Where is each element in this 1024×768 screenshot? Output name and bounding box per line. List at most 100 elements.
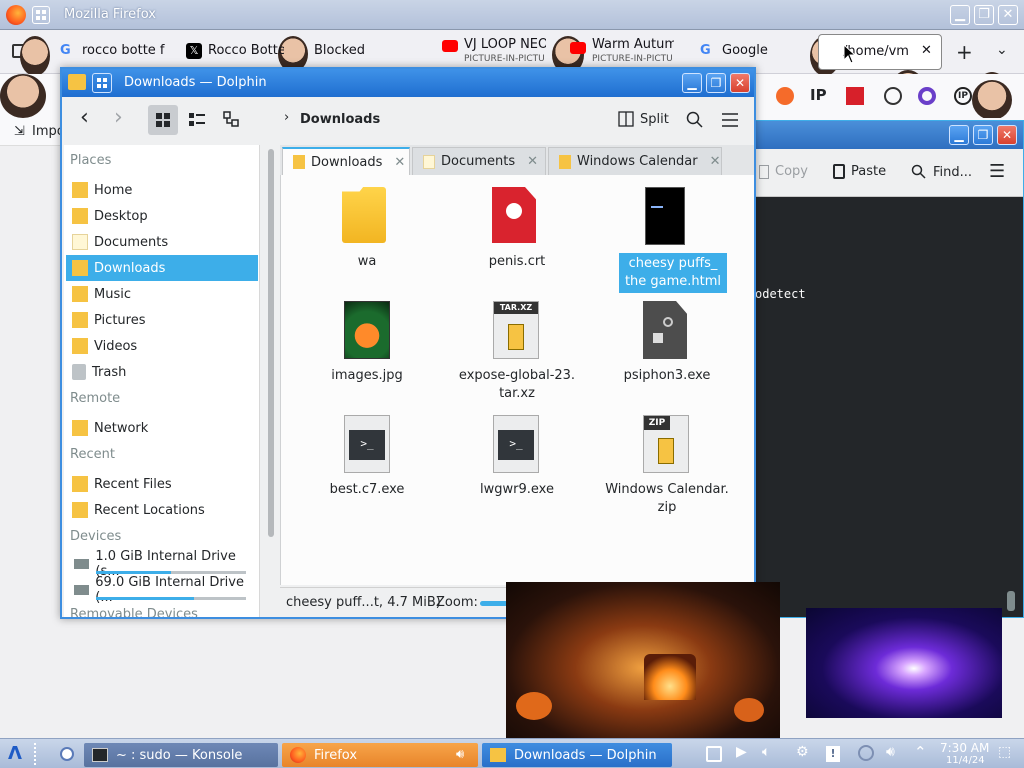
ip-extension-icon[interactable]: IP xyxy=(810,86,827,104)
volume-icon[interactable]: 🔈︎ xyxy=(762,744,770,760)
minimize-button[interactable]: ▁ xyxy=(949,125,969,145)
tab-list-chevron-icon[interactable]: ⌄ xyxy=(996,42,1008,58)
file-item[interactable]: >_ best.c7.exe xyxy=(297,413,437,503)
tab-vj-loop[interactable]: VJ LOOP NEO PICTURE-IN-PICTU xyxy=(440,34,546,68)
notification-icon[interactable]: ! xyxy=(826,746,840,762)
tab-rocco-botte-x[interactable]: 𝕏 Rocco Botte xyxy=(184,38,284,66)
clock-date[interactable]: 11/4/24 xyxy=(946,755,985,766)
task-firefox[interactable]: Firefox 🔊︎ xyxy=(282,743,478,767)
file-item[interactable]: penis.crt xyxy=(447,185,587,275)
places-scrollbar[interactable] xyxy=(264,145,278,617)
hamburger-menu-icon[interactable]: ☰ xyxy=(989,161,1005,182)
sidebar-item-videos[interactable]: Videos xyxy=(66,333,258,359)
sidebar-item-music[interactable]: Music xyxy=(66,281,258,307)
sidebar-item-network[interactable]: Network xyxy=(66,415,258,441)
sidebar-item-drive-1[interactable]: 1.0 GiB Internal Drive (s... xyxy=(66,549,258,579)
ip-lookup-icon[interactable]: IP xyxy=(954,87,972,105)
split-button[interactable]: Split xyxy=(618,111,669,127)
task-konsole[interactable]: ~ : sudo — Konsole xyxy=(84,743,278,767)
details-view-button[interactable] xyxy=(216,105,246,135)
close-button[interactable]: ✕ xyxy=(730,73,750,93)
search-icon[interactable] xyxy=(686,111,704,129)
maximize-button[interactable]: ❐ xyxy=(973,125,993,145)
minimize-button[interactable]: ▁ xyxy=(682,73,702,93)
pip-video-vj-loop[interactable] xyxy=(806,608,1002,718)
minimize-button[interactable]: ▁ xyxy=(950,5,970,25)
pip-video-warm-autumn[interactable] xyxy=(506,582,780,738)
app-launcher-icon[interactable]: Λ xyxy=(8,743,22,764)
copy-button[interactable]: Copy xyxy=(759,164,808,179)
forward-arrow-icon[interactable]: › xyxy=(114,105,123,130)
extension-icon[interactable] xyxy=(776,87,794,105)
tray-expand-chevron-icon[interactable]: ⌃ xyxy=(914,743,927,761)
tab-warm-autumn[interactable]: Warm Autum PICTURE-IN-PICTU xyxy=(568,34,674,68)
tab-documents[interactable]: Documents ✕ xyxy=(412,147,546,175)
file-item[interactable]: ZIP Windows Calendar. zip xyxy=(597,413,737,517)
sidebar-item-downloads[interactable]: Downloads xyxy=(66,255,258,281)
terminal-scrollbar[interactable] xyxy=(1007,591,1015,611)
tab-downloads[interactable]: Downloads ✕ xyxy=(282,147,410,175)
app-grid-icon[interactable] xyxy=(92,73,112,93)
breadcrumb-downloads[interactable]: Downloads xyxy=(300,112,380,127)
file-item[interactable]: TAR.XZ expose-global-23. tar.xz xyxy=(447,299,587,403)
konsole-titlebar[interactable]: ▁ ❐ ✕ xyxy=(749,121,1023,149)
file-item[interactable]: images.jpg xyxy=(297,299,437,389)
extension-icon[interactable] xyxy=(918,87,936,105)
compact-view-button[interactable] xyxy=(182,105,212,135)
clipboard-tray-icon[interactable] xyxy=(706,746,722,762)
close-tab-icon[interactable]: ✕ xyxy=(527,154,538,169)
sidebar-item-recent-locations[interactable]: Recent Locations xyxy=(66,497,258,523)
app-grid-icon[interactable] xyxy=(32,6,50,24)
close-tab-icon[interactable]: ✕ xyxy=(394,155,405,170)
audio-playing-icon[interactable]: 🔊︎ xyxy=(456,747,464,762)
sidebar-item-desktop[interactable]: Desktop xyxy=(66,203,258,229)
sidebar-item-trash[interactable]: Trash xyxy=(66,359,258,385)
settings-gear-icon[interactable]: ⚙ xyxy=(796,744,809,760)
tab-rocco-botte-search[interactable]: G rocco botte f xyxy=(58,38,168,66)
file-item[interactable]: wa xyxy=(297,185,437,275)
show-desktop-icon[interactable]: ⬚ xyxy=(998,744,1011,760)
tab-home-vm-active[interactable]: /home/vm ✕ xyxy=(818,34,942,70)
task-dolphin[interactable]: Downloads — Dolphin xyxy=(482,743,672,767)
hamburger-menu-icon[interactable] xyxy=(720,111,740,129)
extension-icon[interactable] xyxy=(846,87,864,105)
removable-devices-heading: Removable Devices xyxy=(70,607,198,617)
firefox-titlebar[interactable]: Mozilla Firefox ▁ ❐ ✕ xyxy=(0,0,1024,30)
file-item[interactable]: psiphon3.exe xyxy=(597,299,737,389)
audio-volume-icon[interactable]: 🔊︎ xyxy=(886,744,895,760)
network-tray-icon[interactable] xyxy=(858,745,874,761)
sidebar-item-home[interactable]: Home xyxy=(66,177,258,203)
close-button[interactable]: ✕ xyxy=(998,5,1018,25)
maximize-button[interactable]: ❐ xyxy=(706,73,726,93)
clock-time[interactable]: 7:30 AM xyxy=(940,741,989,755)
konsole-window[interactable]: ▁ ❐ ✕ Copy Paste Find... ☰ odetect xyxy=(748,120,1024,618)
back-arrow-icon[interactable]: ‹ xyxy=(80,105,89,130)
terminal-output[interactable]: odetect xyxy=(755,287,806,301)
file-item[interactable]: >_ lwgwr9.exe xyxy=(447,413,587,503)
exe-gear-icon xyxy=(643,301,687,359)
extension-icon[interactable] xyxy=(884,87,902,105)
file-view[interactable]: wa penis.crt cheesy puffs_ the game.html… xyxy=(280,175,754,585)
sidebar-item-documents[interactable]: Documents xyxy=(66,229,258,255)
import-icon[interactable]: ⇲ xyxy=(14,124,25,139)
tab-blocked[interactable]: Blocked xyxy=(290,38,390,66)
file-name: psiphon3.exe xyxy=(623,368,711,383)
find-button[interactable]: Find... xyxy=(911,164,972,180)
icons-view-button[interactable] xyxy=(148,105,178,135)
paste-button[interactable]: Paste xyxy=(833,164,886,179)
sidebar-item-recent-files[interactable]: Recent Files xyxy=(66,471,258,497)
new-tab-icon[interactable]: + xyxy=(956,40,973,64)
tab-windows-calendar[interactable]: Windows Calendar ✕ xyxy=(548,147,722,175)
media-play-icon[interactable]: ▶ xyxy=(736,744,747,760)
maximize-button[interactable]: ❐ xyxy=(974,5,994,25)
close-button[interactable]: ✕ xyxy=(997,125,1017,145)
sidebar-item-drive-2[interactable]: 69.0 GiB Internal Drive (... xyxy=(66,575,258,605)
tab-google[interactable]: G Google xyxy=(698,38,798,66)
dolphin-titlebar[interactable]: Downloads — Dolphin ▁ ❐ ✕ xyxy=(62,69,754,97)
file-item-selected[interactable]: cheesy puffs_ the game.html xyxy=(589,185,729,293)
sidebar-item-pictures[interactable]: Pictures xyxy=(66,307,258,333)
dolphin-window[interactable]: Downloads — Dolphin ▁ ❐ ✕ ‹ › › Download… xyxy=(60,67,756,619)
close-tab-icon[interactable]: ✕ xyxy=(921,43,932,58)
close-tab-icon[interactable]: ✕ xyxy=(710,154,721,169)
browser-launcher-icon[interactable] xyxy=(60,747,74,761)
